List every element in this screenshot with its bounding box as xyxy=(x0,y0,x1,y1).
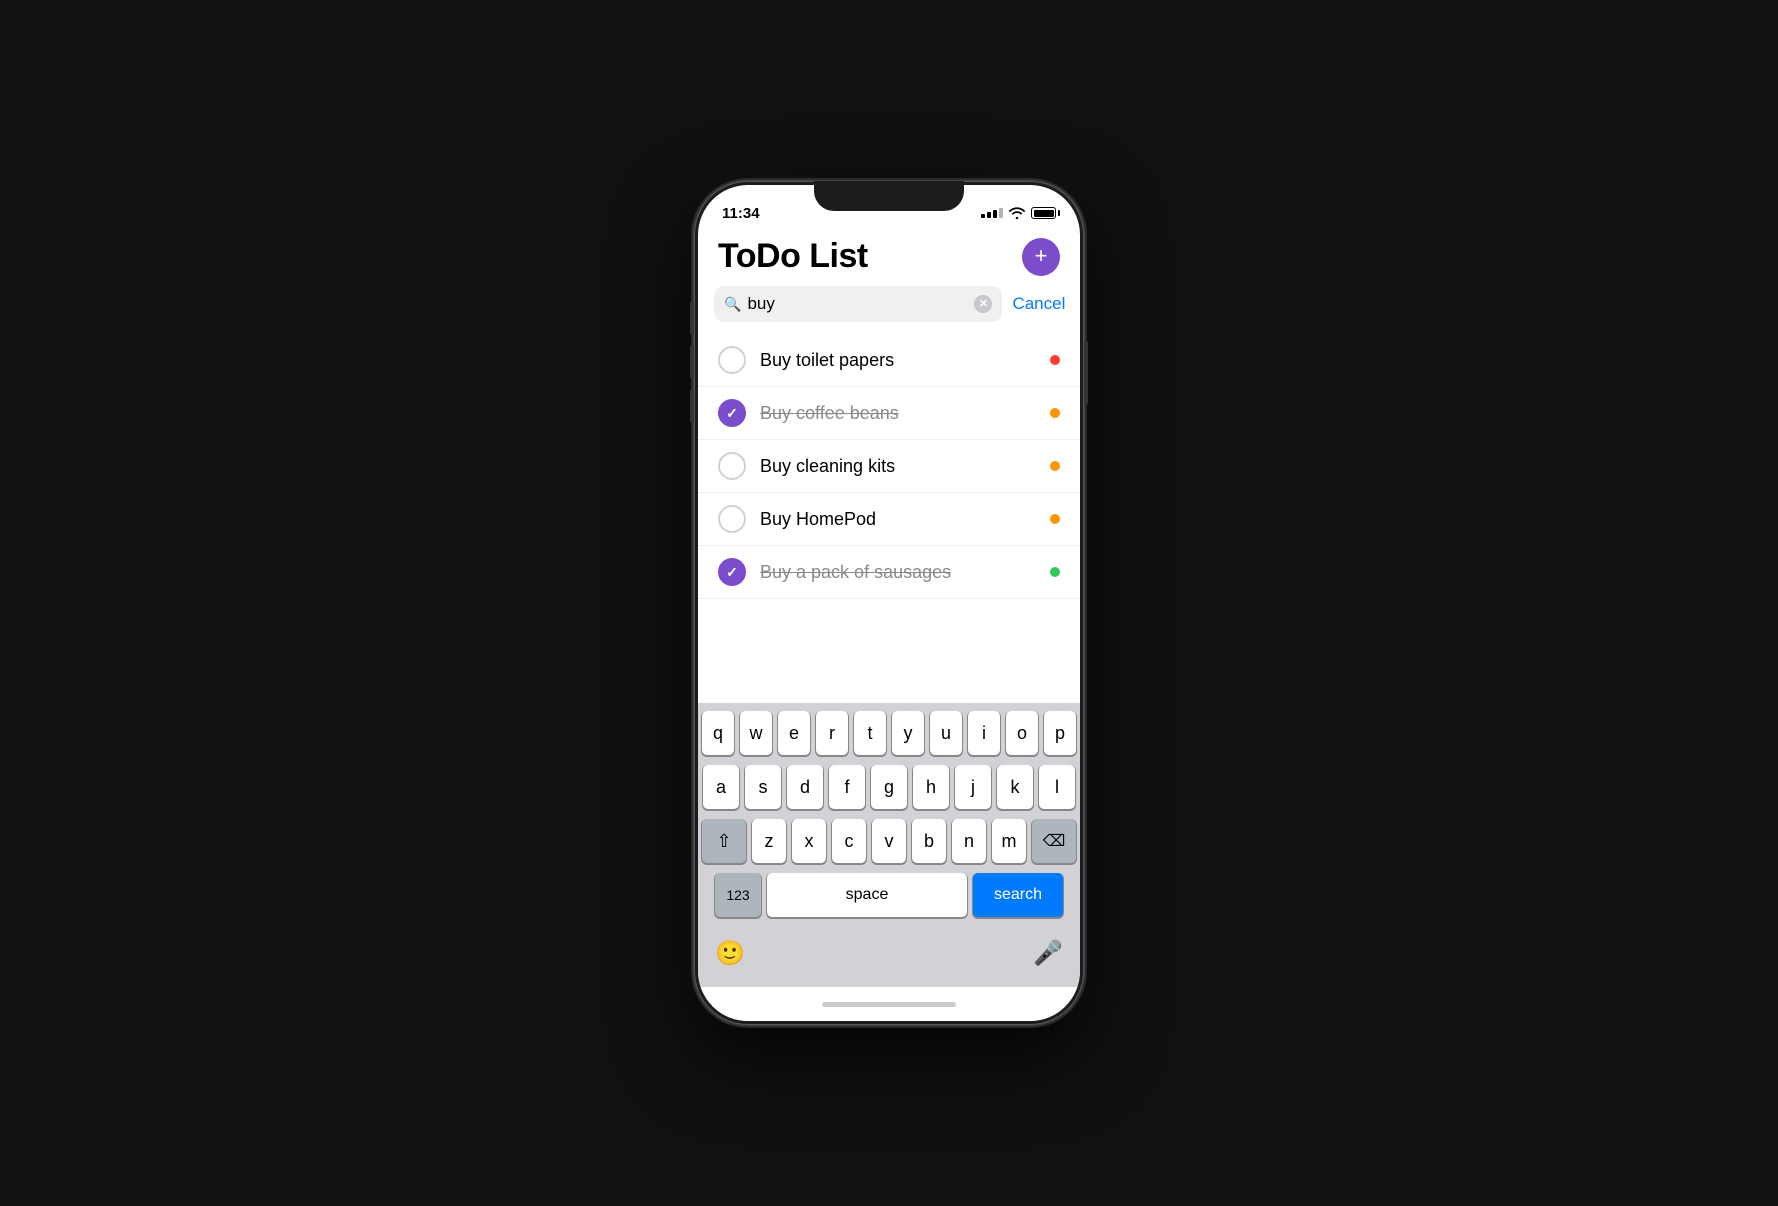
key-h[interactable]: h xyxy=(913,765,949,809)
keyboard-bottom-row: 123 space search xyxy=(702,873,1076,917)
key-g[interactable]: g xyxy=(871,765,907,809)
todo-checkbox[interactable] xyxy=(718,452,746,480)
key-x[interactable]: x xyxy=(792,819,826,863)
shift-key[interactable]: ⇧ xyxy=(702,819,746,863)
todo-text: Buy cleaning kits xyxy=(760,456,1036,477)
keyboard-icons-row: 🙂 🎤 xyxy=(702,927,1076,983)
key-p[interactable]: p xyxy=(1044,711,1076,755)
key-l[interactable]: l xyxy=(1039,765,1075,809)
key-k[interactable]: k xyxy=(997,765,1033,809)
todo-checkbox[interactable] xyxy=(718,346,746,374)
search-input[interactable] xyxy=(747,294,968,314)
todo-item[interactable]: Buy toilet papers xyxy=(698,334,1080,387)
delete-key[interactable]: ⌫ xyxy=(1032,819,1076,863)
phone-frame: 11:34 ToDo xyxy=(694,181,1084,1025)
notch xyxy=(814,181,964,211)
key-r[interactable]: r xyxy=(816,711,848,755)
home-indicator xyxy=(698,987,1080,1021)
emoji-key[interactable]: 🙂 xyxy=(708,931,752,975)
keyboard-row-2: asdfghjkl xyxy=(702,765,1076,809)
keyboard: qwertyuiop asdfghjkl ⇧ zxcvbnm ⌫ 123 spa… xyxy=(698,703,1080,987)
numbers-key[interactable]: 123 xyxy=(715,873,761,917)
priority-dot xyxy=(1050,567,1060,577)
plus-icon: + xyxy=(1035,245,1048,267)
keyboard-row-3: ⇧ zxcvbnm ⌫ xyxy=(702,819,1076,863)
todo-text: Buy HomePod xyxy=(760,509,1036,530)
search-clear-button[interactable]: ✕ xyxy=(974,295,992,313)
key-z[interactable]: z xyxy=(752,819,786,863)
key-d[interactable]: d xyxy=(787,765,823,809)
key-m[interactable]: m xyxy=(992,819,1026,863)
todo-text: Buy a pack of sausages xyxy=(760,562,1036,583)
todo-text: Buy toilet papers xyxy=(760,350,1036,371)
phone-screen: 11:34 ToDo xyxy=(698,185,1080,1021)
home-bar xyxy=(822,1002,956,1007)
todo-item[interactable]: Buy cleaning kits xyxy=(698,440,1080,493)
todo-checkbox[interactable]: ✓ xyxy=(718,558,746,586)
space-key[interactable]: space xyxy=(767,873,967,917)
key-c[interactable]: c xyxy=(832,819,866,863)
priority-dot xyxy=(1050,408,1060,418)
key-f[interactable]: f xyxy=(829,765,865,809)
todo-item[interactable]: ✓ Buy coffee beans xyxy=(698,387,1080,440)
wifi-icon xyxy=(1009,207,1025,219)
key-s[interactable]: s xyxy=(745,765,781,809)
add-todo-button[interactable]: + xyxy=(1022,238,1060,276)
key-w[interactable]: w xyxy=(740,711,772,755)
priority-dot xyxy=(1050,514,1060,524)
app-title: ToDo List xyxy=(718,237,868,276)
key-v[interactable]: v xyxy=(872,819,906,863)
keyboard-row-1: qwertyuiop xyxy=(702,711,1076,755)
key-a[interactable]: a xyxy=(703,765,739,809)
search-input-wrapper: 🔍 ✕ xyxy=(714,286,1002,322)
key-j[interactable]: j xyxy=(955,765,991,809)
app-header: ToDo List + xyxy=(698,229,1080,276)
search-mag-icon: 🔍 xyxy=(724,296,741,313)
priority-dot xyxy=(1050,461,1060,471)
key-o[interactable]: o xyxy=(1006,711,1038,755)
key-e[interactable]: e xyxy=(778,711,810,755)
search-bar-container: 🔍 ✕ Cancel xyxy=(698,276,1080,330)
key-n[interactable]: n xyxy=(952,819,986,863)
key-q[interactable]: q xyxy=(702,711,734,755)
app-content: ToDo List + 🔍 ✕ Cancel Buy toilet papers xyxy=(698,229,1080,703)
key-i[interactable]: i xyxy=(968,711,1000,755)
status-time: 11:34 xyxy=(722,205,760,222)
signal-icon xyxy=(981,208,1003,218)
key-b[interactable]: b xyxy=(912,819,946,863)
todo-list: Buy toilet papers ✓ Buy coffee beans Buy cl… xyxy=(698,330,1080,703)
todo-item[interactable]: Buy HomePod xyxy=(698,493,1080,546)
microphone-key[interactable]: 🎤 xyxy=(1026,931,1070,975)
key-u[interactable]: u xyxy=(930,711,962,755)
battery-icon xyxy=(1031,207,1056,219)
status-icons xyxy=(981,207,1056,219)
todo-item[interactable]: ✓ Buy a pack of sausages xyxy=(698,546,1080,599)
todo-checkbox[interactable]: ✓ xyxy=(718,399,746,427)
key-y[interactable]: y xyxy=(892,711,924,755)
priority-dot xyxy=(1050,355,1060,365)
clear-icon: ✕ xyxy=(979,299,988,310)
search-key[interactable]: search xyxy=(973,873,1063,917)
todo-checkbox[interactable] xyxy=(718,505,746,533)
key-t[interactable]: t xyxy=(854,711,886,755)
todo-text: Buy coffee beans xyxy=(760,403,1036,424)
search-cancel-button[interactable]: Cancel xyxy=(1012,294,1065,314)
